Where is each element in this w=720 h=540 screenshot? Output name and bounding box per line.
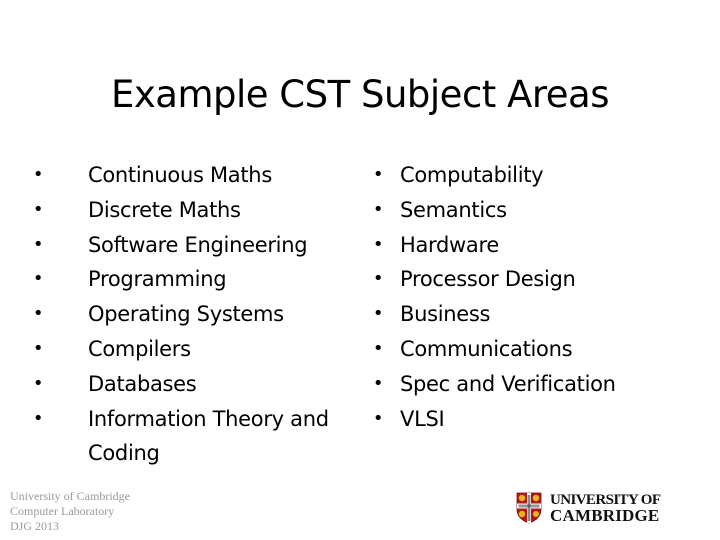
bullet-icon: • (32, 337, 44, 359)
logo-line-2: CAMBRIDGE (550, 506, 660, 525)
bullet-icon: • (372, 164, 384, 185)
footer-line-institution: University of Cambridge (10, 489, 130, 503)
list-item: • Spec and Verification (370, 367, 700, 402)
list-item-label: Processor Design (400, 267, 576, 292)
bullet-icon: • (372, 303, 384, 325)
list-item: • Continuous Maths (28, 158, 358, 193)
bullet-icon: • (372, 407, 384, 429)
list-item-label: Communications (400, 336, 573, 361)
list-item-label: Information Theory and Coding (88, 406, 329, 466)
bullet-icon: • (372, 233, 384, 255)
list-item-label: Programming (88, 267, 227, 292)
list-item-label: Computability (400, 163, 544, 187)
bullet-icon: • (32, 233, 44, 255)
bullet-icon: • (372, 372, 384, 394)
bullet-icon: • (32, 407, 44, 429)
slide: Example CST Subject Areas • Continuous Ma… (0, 0, 720, 540)
university-crest-icon (516, 492, 542, 524)
list-item: • Processor Design (370, 262, 700, 297)
list-item: • Databases (28, 367, 358, 402)
list-item: • Operating Systems (28, 297, 358, 332)
list-item: • Programming (28, 262, 358, 297)
list-item-label: Operating Systems (88, 302, 284, 327)
footer-credit: University of Cambridge Computer Laborat… (10, 489, 130, 534)
footer-line-department: Computer Laboratory (10, 504, 115, 518)
bullet-icon: • (372, 268, 384, 290)
bullet-icon: • (32, 268, 44, 290)
list-item: • Business (370, 297, 700, 332)
list-item-label: Business (400, 302, 491, 327)
right-subject-list: • Computability • Semantics • Hardware • Pro… (370, 158, 700, 436)
list-item-label: Software Engineering (88, 232, 308, 257)
bullet-icon: • (32, 303, 44, 325)
list-item-label: Spec and Verification (400, 371, 616, 396)
university-logo: UNIVERSITY OF CAMBRIDGE (516, 491, 661, 525)
list-item: • Semantics (370, 193, 700, 228)
list-item: • Hardware (370, 228, 700, 263)
list-item-label: Hardware (400, 232, 499, 257)
bullet-icon: • (32, 198, 44, 220)
list-item: • Communications (370, 332, 700, 367)
slide-title: Example CST Subject Areas (111, 73, 609, 116)
logo-wordmark: UNIVERSITY OF CAMBRIDGE (550, 493, 661, 525)
list-item: • Compilers (28, 332, 358, 367)
left-subject-list: • Continuous Maths • Discrete Maths • Softw… (28, 158, 358, 471)
list-item-label: Continuous Maths (88, 163, 272, 187)
bullet-icon: • (372, 198, 384, 220)
list-item: • Information Theory and Coding (28, 402, 358, 472)
bullet-icon: • (32, 164, 44, 185)
list-item-label: Semantics (400, 197, 507, 222)
list-item-label: VLSI (400, 406, 445, 431)
list-item: • Software Engineering (28, 228, 358, 263)
bullet-icon: • (32, 372, 44, 394)
footer-line-author-year: DJG 2013 (10, 519, 60, 533)
list-item: • Computability (370, 158, 700, 193)
list-item: • VLSI (370, 402, 700, 437)
list-item-label: Databases (88, 371, 197, 396)
list-item-label: Discrete Maths (88, 197, 241, 222)
list-item-label: Compilers (88, 336, 191, 361)
bullet-icon: • (372, 337, 384, 359)
list-item: • Discrete Maths (28, 193, 358, 228)
